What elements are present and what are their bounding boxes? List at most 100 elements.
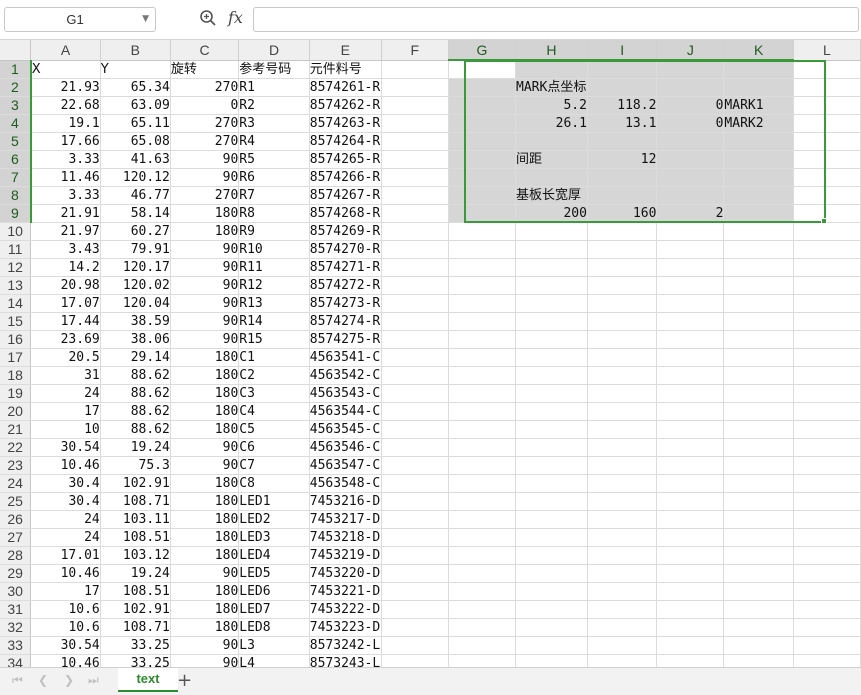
cell-k10[interactable] <box>723 222 794 241</box>
cell-b9[interactable]: 58.14 <box>100 204 171 223</box>
cell-j25[interactable] <box>656 492 725 511</box>
cell-i17[interactable] <box>587 348 658 367</box>
cell-c30[interactable]: 180 <box>170 582 240 601</box>
cell-e15[interactable]: 8574274-R <box>309 312 382 331</box>
cell-j33[interactable] <box>656 636 725 655</box>
cell-l12[interactable] <box>793 258 861 277</box>
cell-c27[interactable]: 180 <box>170 528 240 547</box>
column-header-l[interactable]: L <box>793 40 861 61</box>
cell-f11[interactable] <box>381 240 449 259</box>
column-header-d[interactable]: D <box>238 40 310 61</box>
cell-j5[interactable] <box>656 132 725 151</box>
cell-f18[interactable] <box>381 366 449 385</box>
cell-d31[interactable]: LED7 <box>238 600 310 619</box>
cell-c26[interactable]: 180 <box>170 510 240 529</box>
cell-g23[interactable] <box>448 456 517 475</box>
cell-f22[interactable] <box>381 438 449 457</box>
cell-a22[interactable]: 30.54 <box>30 438 101 457</box>
cell-h19[interactable] <box>515 384 588 403</box>
cell-c14[interactable]: 90 <box>170 294 240 313</box>
cell-j18[interactable] <box>656 366 725 385</box>
cell-k32[interactable] <box>723 618 794 637</box>
cell-k11[interactable] <box>723 240 794 259</box>
cell-i29[interactable] <box>587 564 658 583</box>
row-header[interactable]: 34 <box>0 654 32 667</box>
column-header-c[interactable]: C <box>170 40 240 61</box>
cell-b20[interactable]: 88.62 <box>100 402 171 421</box>
name-box[interactable]: G1 ▼ <box>4 7 156 32</box>
cell-b33[interactable]: 33.25 <box>100 636 171 655</box>
cell-a28[interactable]: 17.01 <box>30 546 101 565</box>
cell-c22[interactable]: 90 <box>170 438 240 457</box>
cell-h28[interactable] <box>515 546 588 565</box>
cell-e11[interactable]: 8574270-R <box>309 240 382 259</box>
cell-f24[interactable] <box>381 474 449 493</box>
cell-b32[interactable]: 108.71 <box>100 618 171 637</box>
cell-i27[interactable] <box>587 528 658 547</box>
row-header[interactable]: 19 <box>0 384 32 403</box>
cell-f15[interactable] <box>381 312 449 331</box>
cell-e7[interactable]: 8574266-R <box>309 168 382 187</box>
cell-i14[interactable] <box>587 294 658 313</box>
cell-g3[interactable] <box>448 96 517 115</box>
cell-i9[interactable]: 160 <box>587 204 658 223</box>
cell-g29[interactable] <box>448 564 517 583</box>
cell-k4[interactable]: MARK2 <box>723 114 794 133</box>
cell-h29[interactable] <box>515 564 588 583</box>
cell-l10[interactable] <box>793 222 861 241</box>
cell-k29[interactable] <box>723 564 794 583</box>
cell-a11[interactable]: 3.43 <box>30 240 101 259</box>
cell-b25[interactable]: 108.71 <box>100 492 171 511</box>
cell-h11[interactable] <box>515 240 588 259</box>
cell-g7[interactable] <box>448 168 517 187</box>
cell-d4[interactable]: R3 <box>238 114 310 133</box>
cell-a26[interactable]: 24 <box>30 510 101 529</box>
row-header[interactable]: 23 <box>0 456 32 475</box>
cell-c12[interactable]: 90 <box>170 258 240 277</box>
cell-d6[interactable]: R5 <box>238 150 310 169</box>
cell-a30[interactable]: 17 <box>30 582 101 601</box>
cell-h4[interactable]: 26.1 <box>515 114 588 133</box>
cell-j20[interactable] <box>656 402 725 421</box>
cell-a4[interactable]: 19.1 <box>30 114 101 133</box>
cell-b6[interactable]: 41.63 <box>100 150 171 169</box>
cell-k9[interactable] <box>723 204 794 223</box>
cell-l29[interactable] <box>793 564 861 583</box>
cell-g25[interactable] <box>448 492 517 511</box>
cell-d28[interactable]: LED4 <box>238 546 310 565</box>
column-header-f[interactable]: F <box>381 40 449 61</box>
cell-b14[interactable]: 120.04 <box>100 294 171 313</box>
function-icon[interactable]: fx <box>228 8 243 27</box>
cell-b34[interactable]: 33.25 <box>100 654 171 667</box>
fill-handle[interactable] <box>821 218 827 224</box>
next-sheet-icon[interactable]: ❯ <box>64 673 74 687</box>
cell-c7[interactable]: 90 <box>170 168 240 187</box>
cell-e6[interactable]: 8574265-R <box>309 150 382 169</box>
cell-g22[interactable] <box>448 438 517 457</box>
cell-e22[interactable]: 4563546-C <box>309 438 382 457</box>
cell-d19[interactable]: C3 <box>238 384 310 403</box>
chevron-down-icon[interactable]: ▼ <box>142 14 149 24</box>
cell-l34[interactable] <box>793 654 861 667</box>
cell-e32[interactable]: 7453223-D <box>309 618 382 637</box>
cell-d9[interactable]: R8 <box>238 204 310 223</box>
cell-j22[interactable] <box>656 438 725 457</box>
cell-d1[interactable]: 参考号码 <box>238 60 310 79</box>
column-header-b[interactable]: B <box>100 40 171 61</box>
cell-g24[interactable] <box>448 474 517 493</box>
cell-e23[interactable]: 4563547-C <box>309 456 382 475</box>
cell-f4[interactable] <box>381 114 449 133</box>
cell-k26[interactable] <box>723 510 794 529</box>
cell-a14[interactable]: 17.07 <box>30 294 101 313</box>
row-header[interactable]: 27 <box>0 528 32 547</box>
cell-c32[interactable]: 180 <box>170 618 240 637</box>
cell-b5[interactable]: 65.08 <box>100 132 171 151</box>
cell-g2[interactable] <box>448 78 517 97</box>
cell-j34[interactable] <box>656 654 725 667</box>
cell-g19[interactable] <box>448 384 517 403</box>
cell-f19[interactable] <box>381 384 449 403</box>
column-header-k[interactable]: K <box>723 40 794 61</box>
cell-j13[interactable] <box>656 276 725 295</box>
cell-h20[interactable] <box>515 402 588 421</box>
row-header[interactable]: 20 <box>0 402 32 421</box>
